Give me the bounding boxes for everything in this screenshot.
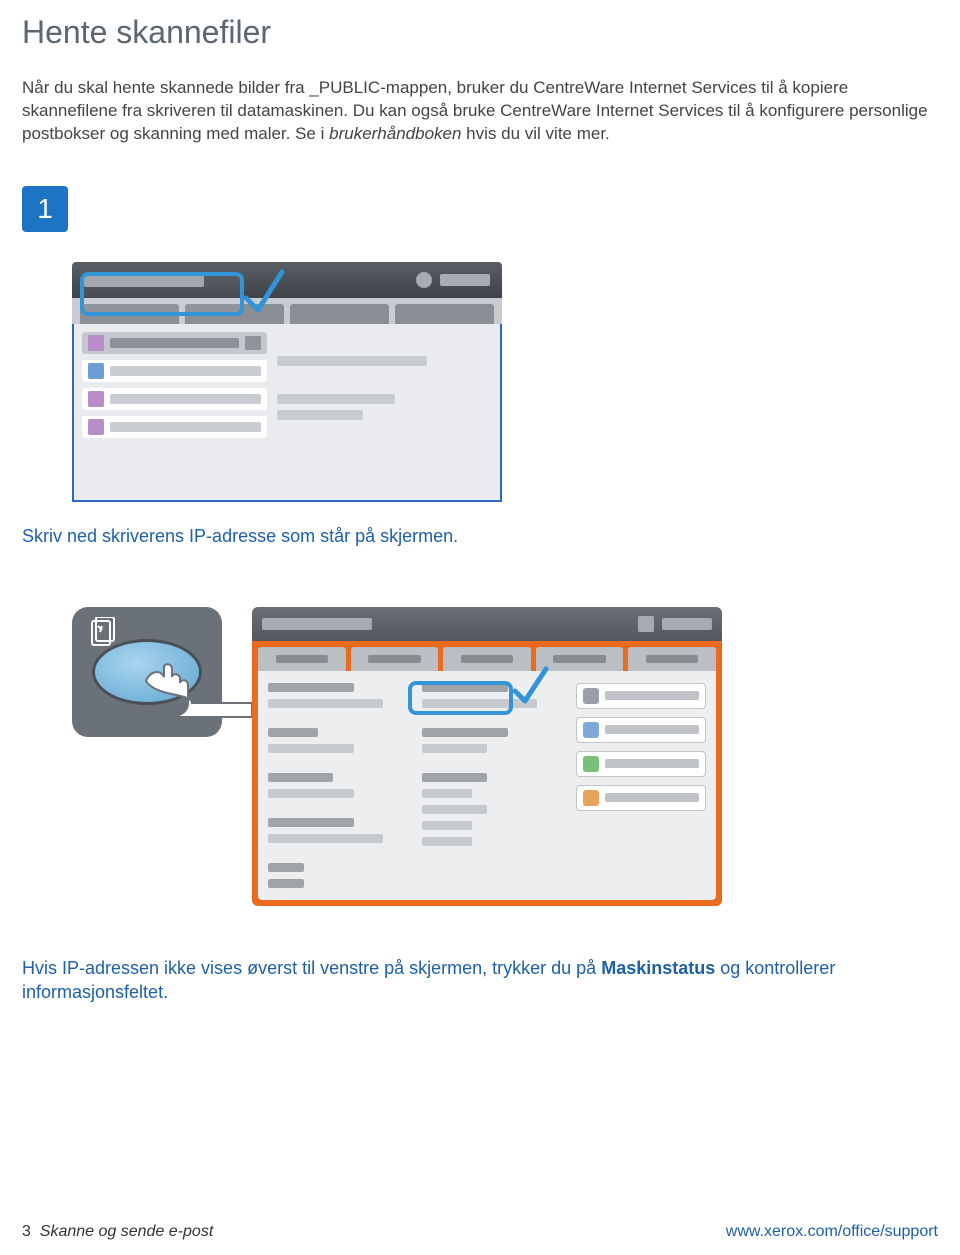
side-button [576, 751, 706, 777]
detail-pane [277, 332, 493, 492]
label-placeholder [605, 725, 699, 734]
user-icon [638, 616, 654, 632]
label-placeholder [110, 394, 261, 404]
document-icon [90, 617, 116, 647]
intro-text-2: hvis du vil vite mer. [461, 124, 609, 143]
final-text-1: Hvis IP-adressen ikke vises øverst til v… [22, 958, 601, 978]
user-label-placeholder [662, 618, 712, 630]
folder-icon [88, 335, 104, 351]
text-placeholder [422, 789, 472, 798]
text-placeholder [268, 834, 383, 843]
tab-placeholder [628, 647, 716, 671]
text-placeholder [268, 699, 383, 708]
side-button [576, 683, 706, 709]
panel-titlebar [252, 607, 722, 641]
text-placeholder [422, 805, 487, 814]
info-column-1 [268, 683, 412, 888]
footer-url: www.xerox.com/office/support [726, 1223, 938, 1241]
text-placeholder [268, 879, 304, 888]
tab-placeholder [258, 647, 346, 671]
page-title: Hente skannefiler [22, 14, 938, 51]
step-1-caption: Skriv ned skriverens IP-adresse som står… [22, 526, 938, 547]
text-placeholder [268, 744, 354, 753]
text-placeholder [422, 773, 487, 782]
label-placeholder [605, 691, 699, 700]
text-placeholder [277, 356, 428, 366]
footer-title: Skanne og sende e-post [40, 1223, 213, 1240]
ip-field-highlight [408, 681, 513, 715]
text-placeholder [268, 728, 318, 737]
text-placeholder [422, 728, 508, 737]
screenshot-machine-status [72, 607, 938, 906]
button-icon [583, 790, 599, 806]
item-icon [88, 391, 104, 407]
item-icon [88, 419, 104, 435]
app-body [72, 324, 502, 502]
text-placeholder [268, 789, 354, 798]
step-number-badge: 1 [22, 186, 68, 232]
text-placeholder [268, 863, 304, 872]
label-placeholder [605, 793, 699, 802]
left-list [82, 332, 267, 492]
label-placeholder [553, 655, 606, 663]
text-placeholder [422, 744, 487, 753]
text-placeholder [422, 837, 472, 846]
label-placeholder [646, 655, 699, 663]
title-placeholder [262, 618, 372, 630]
side-button [576, 717, 706, 743]
checkmark-icon [240, 264, 290, 320]
text-placeholder [277, 394, 396, 404]
label-placeholder [110, 366, 261, 376]
button-icon [583, 688, 599, 704]
label-placeholder [110, 422, 261, 432]
tab-placeholder [290, 304, 389, 324]
label-placeholder [276, 655, 329, 663]
panel-tabs [252, 641, 722, 671]
side-buttons [576, 683, 706, 888]
item-icon [88, 363, 104, 379]
text-placeholder [422, 821, 472, 830]
button-icon [583, 722, 599, 738]
page-number: 3 [22, 1223, 31, 1240]
intro-italic: brukerhåndboken [329, 124, 461, 143]
checkmark-icon [510, 663, 552, 711]
chevron-down-icon [245, 336, 261, 350]
text-placeholder [268, 773, 333, 782]
label-placeholder [110, 338, 239, 348]
control-panel-screen [252, 607, 722, 906]
list-item [82, 388, 267, 410]
page-footer: 3 Skanne og sende e-post www.xerox.com/o… [22, 1223, 938, 1241]
hand-pointer-icon [142, 663, 252, 719]
label-placeholder [605, 759, 699, 768]
side-button [576, 785, 706, 811]
list-item [82, 416, 267, 438]
button-icon [583, 756, 599, 772]
user-icon [416, 272, 432, 288]
label-placeholder [368, 655, 421, 663]
list-item [82, 360, 267, 382]
text-placeholder [277, 410, 363, 420]
panel-body [258, 671, 716, 900]
intro-paragraph: Når du skal hente skannede bilder fra _P… [22, 77, 938, 146]
ip-highlight-box [80, 272, 244, 316]
screenshot-ip-location [72, 262, 502, 502]
user-label-placeholder [440, 274, 490, 286]
tab-placeholder [351, 647, 439, 671]
text-placeholder [268, 818, 354, 827]
text-placeholder [268, 683, 354, 692]
dropdown-row [82, 332, 267, 354]
label-placeholder [461, 655, 514, 663]
final-caption: Hvis IP-adressen ikke vises øverst til v… [22, 956, 938, 1005]
tab-placeholder [395, 304, 494, 324]
printer-button-illustration [72, 607, 222, 737]
final-bold: Maskinstatus [601, 958, 715, 978]
